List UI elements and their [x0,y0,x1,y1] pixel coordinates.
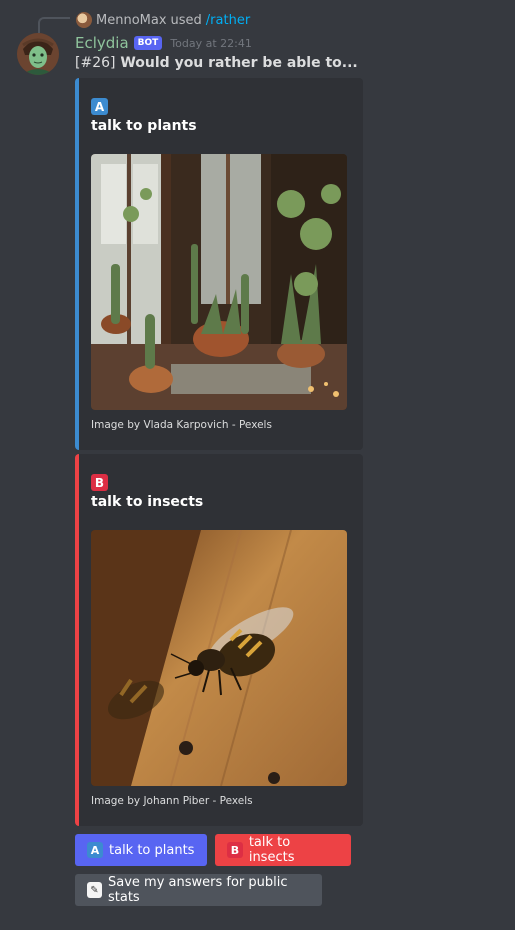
letter-b-icon: B [227,842,243,858]
embed-footer-b: Image by Johann Piber - Pexels [91,795,253,807]
embed-option-b: B talk to insects Image by Johann Piber … [75,454,363,826]
memo-icon: ✎ [87,882,102,898]
message-header: Eclydia BOT Today at 22:41 [75,33,252,53]
embed-option-b-name: talk to insects [91,494,204,510]
avatar[interactable] [17,33,59,75]
author-name[interactable]: Eclydia [75,34,129,52]
option-a-label: talk to plants [109,842,195,858]
plants-image[interactable] [91,154,347,410]
option-a-button[interactable]: A talk to plants [75,834,207,866]
question-number: [#26] [75,55,116,71]
save-answers-label: Save my answers for public stats [108,875,288,905]
bot-badge: BOT [133,36,163,50]
embed-footer-a: Image by Vlada Karpovich - Pexels [91,419,272,431]
insects-image[interactable] [91,530,347,786]
embed-option-a-name: talk to plants [91,118,197,134]
letter-b-icon: B [91,474,108,491]
embed-title-b: B talk to insects [91,474,203,510]
question-body: Would you rather be able to... [120,55,358,71]
reply-reference[interactable]: MennoMax used /rather [76,11,250,29]
letter-a-icon: A [91,98,108,115]
reply-command[interactable]: /rather [206,13,250,28]
option-b-label: talk to insects [248,835,295,865]
letter-a-icon: A [87,842,103,858]
option-b-button[interactable]: B talk to insects [215,834,351,866]
timestamp[interactable]: Today at 22:41 [170,37,252,50]
question-text: [#26] Would you rather be able to... [75,55,358,71]
embed-title-a: A talk to plants [91,98,197,134]
reply-connector [38,17,70,33]
reply-action: used [170,12,202,28]
save-answers-button[interactable]: ✎ Save my answers for public stats [75,874,322,906]
reply-username[interactable]: MennoMax [96,13,167,28]
embed-option-a: A talk to plants Image by Vlada Karpovic… [75,78,363,450]
reply-avatar[interactable] [76,12,92,28]
